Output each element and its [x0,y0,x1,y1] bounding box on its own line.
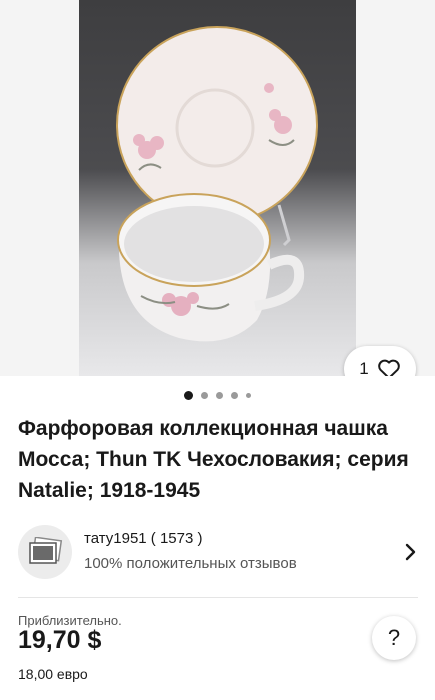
carousel-dot[interactable] [231,392,238,399]
chevron-right-icon [405,543,416,561]
watch-button[interactable]: 1 [344,346,416,376]
watch-count: 1 [359,359,369,376]
carousel-dot[interactable] [184,391,193,400]
heart-icon [377,359,400,376]
carousel-dot[interactable] [216,392,223,399]
listing-title: Фарфоровая коллекционная чашка Мосса; Th… [18,417,409,502]
image-gallery[interactable]: 1 [0,0,435,376]
price-converted: 18,00 евро [18,666,88,682]
help-button[interactable]: ? [372,616,416,660]
divider [18,597,418,598]
seller-info: тату1951 ( 1573 ) 100% положительных отз… [84,529,404,575]
teacup-illustration [116,26,318,342]
seller-name: тату1951 ( 1573 ) [84,530,203,547]
avatar [18,525,72,579]
help-icon: ? [387,625,401,650]
carousel-dot[interactable] [246,393,251,398]
carousel-dot[interactable] [201,392,208,399]
seller-card[interactable]: тату1951 ( 1573 ) 100% положительных отз… [18,522,418,582]
photo-placeholder-icon [29,537,63,564]
seller-feedback: 100% положительных отзывов [84,555,297,572]
product-photo[interactable] [79,0,356,376]
carousel-indicator [0,391,435,400]
price-value: 19,70 $ [18,626,102,654]
